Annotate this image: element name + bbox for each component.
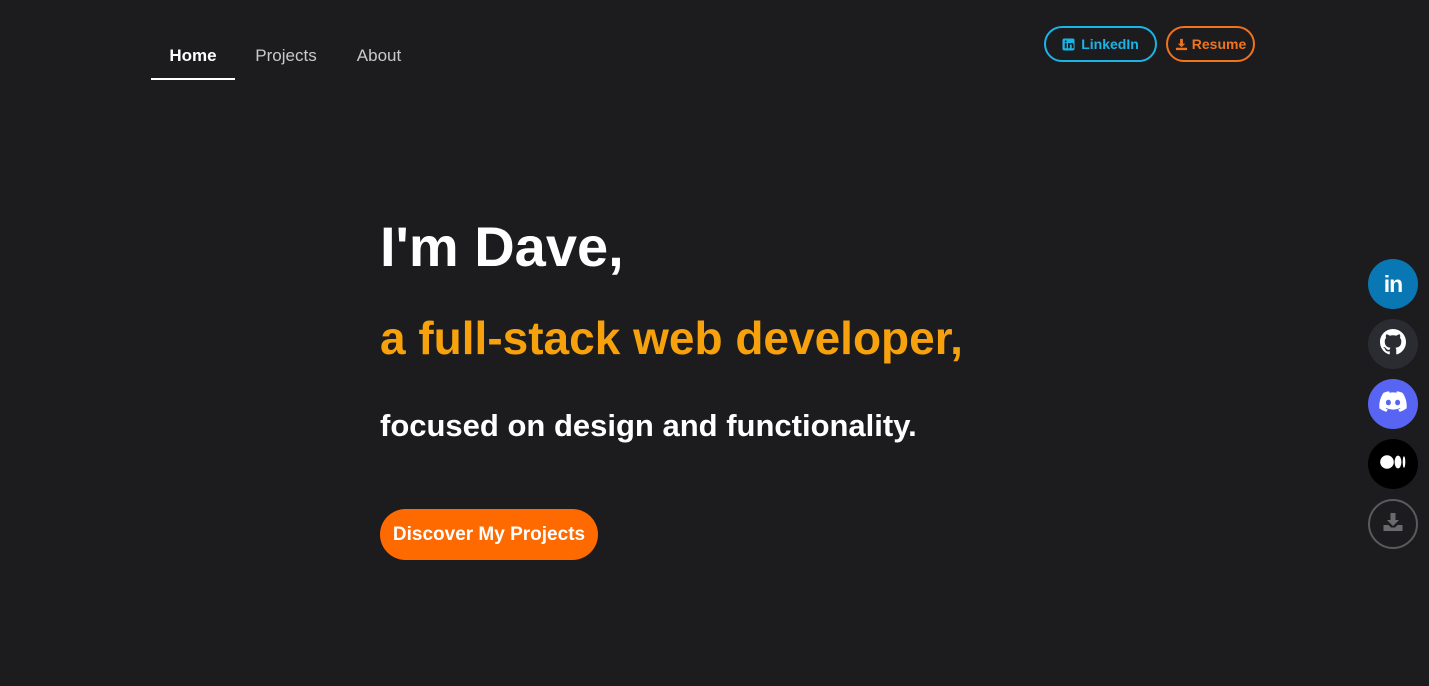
social-github-button[interactable] [1368, 319, 1418, 369]
social-medium-button[interactable] [1368, 439, 1418, 489]
social-download-button[interactable] [1368, 499, 1418, 549]
discover-projects-button[interactable]: Discover My Projects [380, 509, 598, 560]
social-linkedin-button[interactable]: in [1368, 259, 1418, 309]
resume-button-label: Resume [1191, 36, 1247, 52]
nav-about[interactable]: About [337, 32, 421, 80]
main-nav: Home Projects About [151, 32, 421, 80]
linkedin-icon: in [1383, 270, 1403, 297]
hero-role: a full-stack web developer, [380, 312, 963, 364]
download-icon [1175, 38, 1188, 51]
linkedin-button-label: LinkedIn [1081, 36, 1139, 52]
nav-projects[interactable]: Projects [235, 32, 337, 80]
discord-icon [1379, 390, 1407, 418]
page: Home Projects About LinkedIn Resume I'm … [0, 0, 1429, 686]
linkedin-square-icon [1062, 37, 1075, 51]
resume-button[interactable]: Resume [1166, 26, 1255, 62]
hero-name: I'm Dave, [380, 215, 624, 278]
nav-home[interactable]: Home [151, 32, 235, 80]
social-discord-button[interactable] [1368, 379, 1418, 429]
linkedin-button[interactable]: LinkedIn [1044, 26, 1157, 62]
github-icon [1380, 328, 1406, 360]
medium-icon [1380, 454, 1406, 474]
hero-focus: focused on design and functionality. [380, 408, 917, 443]
download-tray-icon [1382, 511, 1404, 538]
